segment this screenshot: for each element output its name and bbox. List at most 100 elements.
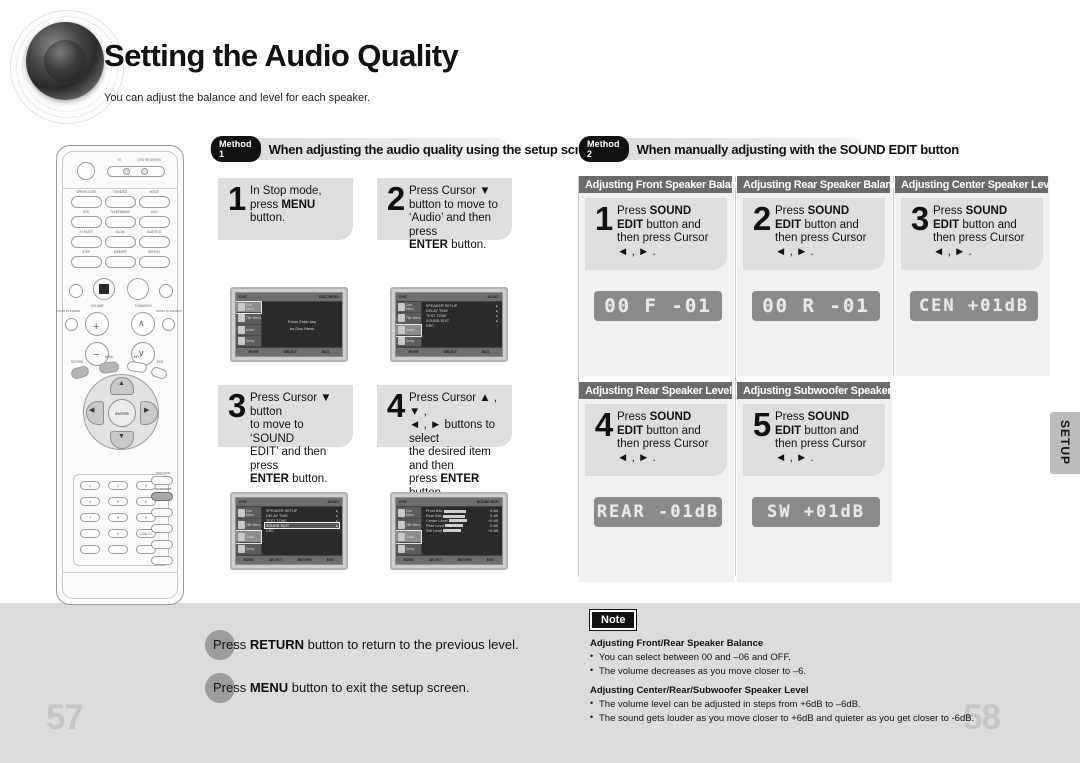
osd-sidebar-item[interactable]: Setup	[396, 336, 421, 347]
step-number: 4	[594, 406, 614, 443]
tuner-band-label: TUNER/BAND	[109, 210, 131, 214]
step-number: 3	[227, 387, 247, 424]
m2-step-5: 5 Press SOUND EDIT button and then press C…	[743, 404, 885, 476]
osd-hint: EXIT	[321, 350, 330, 354]
tv-mute-button[interactable]	[71, 236, 102, 248]
column-divider	[893, 176, 894, 376]
osd-hint: SELECT	[283, 350, 297, 354]
repeat-label: REPEAT	[147, 250, 161, 254]
osd-sidebar-item[interactable]: Setup	[236, 543, 261, 555]
device-toggle-switch[interactable]	[107, 166, 165, 177]
dimmer-label: DIMMER	[113, 250, 127, 254]
method1-step-4: 4 Press Cursor ▲ , ▼ , ◄ , ► buttons to s…	[377, 385, 512, 499]
osd-hint: MOVE	[243, 558, 254, 562]
tuner-band-button[interactable]	[105, 216, 136, 228]
osd-sidebar-item[interactable]: Disc Menu	[236, 300, 262, 315]
step-number: 1	[227, 180, 247, 217]
zoom-button[interactable]	[151, 540, 173, 549]
dolby-pl2-effect-button[interactable]	[162, 318, 175, 331]
osd-title-left: DVD	[399, 500, 407, 504]
osd-hint: SELECT	[428, 558, 443, 562]
dimmer-button[interactable]	[105, 256, 136, 268]
info-label: INFO	[133, 355, 141, 359]
next-track-button[interactable]	[159, 284, 173, 298]
m2-step-2: 2 Press SOUND EDIT button and then press C…	[743, 198, 885, 270]
osd-sidebar-item[interactable]: Setup	[396, 543, 421, 555]
osd-edit-row[interactable]: Center Level +0 dB	[425, 519, 499, 524]
m2-step-1: 1 Press SOUND EDIT button and then press C…	[585, 198, 727, 270]
tv-screenshot-3: DVD AUDIO Disc Menu Title Menu Audio Set…	[230, 492, 348, 570]
dvd-button[interactable]	[71, 216, 102, 228]
osd-sidebar-item[interactable]: Audio	[236, 530, 262, 544]
osd-title-left: DVD	[239, 295, 247, 299]
osd-sidebar-item[interactable]: Title Menu	[396, 313, 421, 325]
osd-sidebar-item[interactable]: Disc Menu	[236, 507, 261, 519]
enter-button[interactable]: ENTER	[108, 399, 136, 427]
power-button[interactable]	[77, 162, 95, 180]
step-number: 2	[386, 180, 406, 217]
method1-tag: Method 1	[211, 136, 261, 162]
p-scan-button[interactable]	[151, 524, 173, 533]
osd-sidebar-item[interactable]: Setup	[236, 336, 261, 347]
key-5[interactable]: 5	[108, 497, 128, 506]
open-close-button[interactable]	[71, 196, 102, 208]
step-text: Press SOUND EDIT button and then press Cur…	[617, 205, 709, 258]
dpad-down-icon: ▼	[118, 433, 125, 440]
dpad-up-icon: ▲	[118, 380, 125, 387]
m2-panel-5: Adjusting Subwoofer Speaker Level 5 Pres…	[737, 382, 921, 582]
note-item: The volume level can be adjusted in step…	[590, 698, 990, 710]
osd-sidebar-item[interactable]: Title Menu	[396, 519, 421, 531]
key-1[interactable]: 1	[80, 481, 100, 490]
key-0[interactable]: 0	[108, 529, 128, 538]
osd-sidebar-item[interactable]: Audio	[396, 323, 422, 337]
prev-track-button[interactable]	[69, 284, 83, 298]
key-7[interactable]: 7	[80, 513, 100, 522]
remain-button[interactable]	[151, 556, 173, 565]
play-pause-button[interactable]	[127, 278, 149, 300]
key-2[interactable]: 2	[108, 481, 128, 490]
step-text: Press Cursor ▲ , ▼ , ◄ , ► buttons to sel…	[409, 392, 498, 499]
column-divider	[735, 176, 736, 576]
tip-menu: Press MENU button to exit the setup scre…	[213, 680, 470, 695]
osd-sidebar-item[interactable]: Disc Menu	[396, 302, 421, 314]
osd-sidebar-item[interactable]: Title Menu	[236, 519, 261, 531]
osd-edit-row[interactable]: SW Level +0 dB	[425, 528, 499, 533]
key-8[interactable]: 8	[108, 513, 128, 522]
osd-sidebar-item[interactable]: Disc Menu	[396, 507, 421, 519]
dpad-right-icon: ▶	[144, 407, 150, 414]
method1-step-2: 2 Press Cursor ▼ button to move to ‘Audio’…	[377, 178, 512, 251]
key-mute-mode[interactable]	[108, 545, 128, 554]
step-button[interactable]	[71, 256, 102, 268]
key-4[interactable]: 4	[80, 497, 100, 506]
note-heading-2: Adjusting Center/Rear/Subwoofer Speaker …	[590, 685, 809, 696]
sound-mode-button[interactable]	[151, 508, 173, 517]
repeat-button[interactable]	[139, 256, 170, 268]
osd-menu-row[interactable]: DRC:	[425, 323, 499, 328]
dvd-label: DVD	[82, 210, 90, 214]
setup-side-tab[interactable]: SETUP	[1050, 412, 1080, 474]
slow-button[interactable]	[105, 236, 136, 248]
osd-sidebar-item[interactable]: Audio	[236, 325, 261, 336]
remote-control-illustration: TV DVD RECEIVER OPEN/CLOSE TV/VIDEO MODE…	[56, 145, 184, 605]
subtitle-button[interactable]	[139, 236, 170, 248]
osd-sidebar-item[interactable]: Audio	[396, 530, 422, 544]
dpad[interactable]: ▲ ▼ ◀ ▶ ENTER	[83, 374, 159, 450]
osd-hint: RETURN	[457, 558, 472, 562]
tv-screenshot-2: DVD AUDIO Disc Menu Title Menu Audio Set…	[390, 287, 508, 362]
section-heading: Adjusting Center Speaker Level	[895, 176, 1058, 193]
lcd-display-front-balance: 00 F -01	[594, 291, 722, 321]
tv-video-button[interactable]	[105, 196, 136, 208]
key-sleep[interactable]	[80, 529, 100, 538]
key-logo[interactable]	[80, 545, 100, 554]
aux-button[interactable]	[139, 216, 170, 228]
plus-icon: +	[93, 321, 100, 333]
sound-edit-button[interactable]	[151, 492, 173, 501]
osd-menu-row[interactable]: DRC:	[265, 528, 339, 533]
osd-sidebar-item[interactable]: Title Menu	[236, 313, 261, 325]
osd-hint: MOVE	[248, 350, 259, 354]
dolby-pl2-mode-button[interactable]	[65, 318, 78, 331]
step-text: Press Cursor ▼ button to move to ‘Audio’ a…	[409, 185, 498, 251]
aux-label: AUX	[150, 210, 158, 214]
test-tone-button[interactable]	[151, 476, 173, 485]
mode-button[interactable]	[139, 196, 170, 208]
